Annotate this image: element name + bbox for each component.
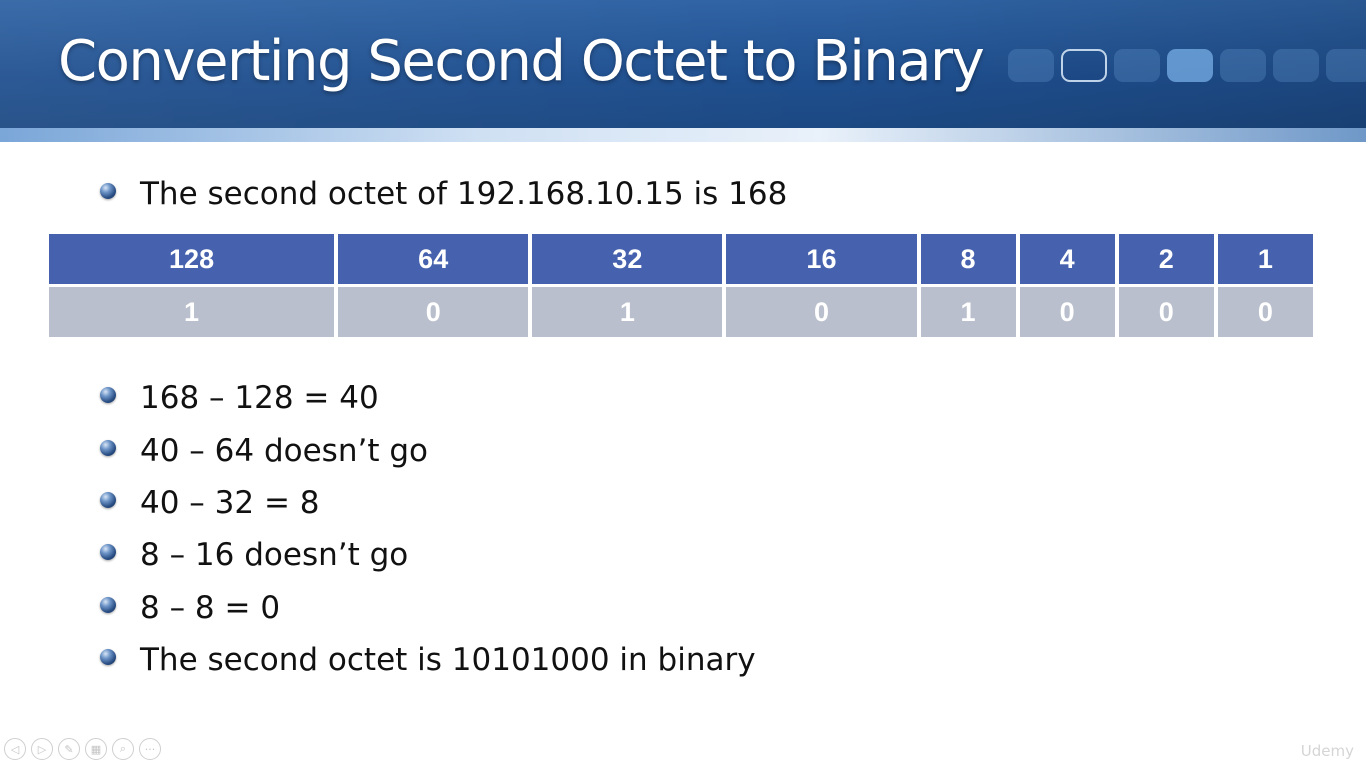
decorative-tile [1114, 49, 1160, 82]
bullet-icon [100, 649, 116, 665]
decorative-tile-highlighted [1167, 49, 1213, 82]
place-value-row: 128 64 32 16 8 4 2 1 [49, 234, 1313, 284]
title-bar: Converting Second Octet to Binary [0, 0, 1366, 142]
next-slide-icon[interactable]: ▷ [31, 738, 53, 760]
bit-cell: 1 [49, 287, 335, 337]
step-text: 40 – 64 doesn’t go [140, 433, 428, 469]
slide-title: Converting Second Octet to Binary [58, 29, 985, 94]
decorative-tile [1008, 49, 1054, 82]
bit-cell: 0 [726, 287, 917, 337]
slides-grid-icon[interactable]: ▦ [85, 738, 107, 760]
place-value-cell: 16 [726, 234, 917, 284]
bullet-icon [100, 440, 116, 456]
bit-cell: 0 [1217, 287, 1313, 337]
step-bullet: 8 – 8 = 0 [100, 586, 280, 630]
bullet-icon [100, 183, 116, 199]
bullet-icon [100, 387, 116, 403]
step-bullet: 8 – 16 doesn’t go [100, 533, 408, 577]
more-options-icon[interactable]: ··· [139, 738, 161, 760]
bit-cell: 0 [1019, 287, 1115, 337]
bullet-icon [100, 597, 116, 613]
step-text: 8 – 16 doesn’t go [140, 537, 409, 573]
bullet-icon [100, 492, 116, 508]
intro-bullet: The second octet of 192.168.10.15 is 168 [100, 172, 787, 216]
binary-conversion-table: 128 64 32 16 8 4 2 1 1 0 1 0 1 0 0 0 [45, 231, 1317, 340]
slide: Converting Second Octet to Binary The se… [0, 0, 1366, 768]
title-bar-accent-strip [0, 128, 1366, 142]
step-bullet: 168 – 128 = 40 [100, 376, 379, 420]
bullet-icon [100, 544, 116, 560]
step-text: The second octet is 10101000 in binary [140, 642, 756, 678]
bit-cell: 0 [338, 287, 529, 337]
place-value-cell: 4 [1019, 234, 1115, 284]
step-text: 40 – 32 = 8 [140, 485, 320, 521]
presentation-controls: ◁ ▷ ✎ ▦ ⌕ ··· [4, 738, 161, 760]
place-value-cell: 32 [532, 234, 723, 284]
step-text: 168 – 128 = 40 [140, 380, 379, 416]
decorative-tile [1273, 49, 1319, 82]
place-value-cell: 1 [1217, 234, 1313, 284]
place-value-cell: 2 [1118, 234, 1214, 284]
intro-bullet-text: The second octet of 192.168.10.15 is 168 [140, 176, 788, 212]
place-value-cell: 128 [49, 234, 335, 284]
bit-cell: 1 [920, 287, 1016, 337]
decorative-tile [1326, 49, 1366, 82]
step-bullet: 40 – 64 doesn’t go [100, 429, 428, 473]
step-text: 8 – 8 = 0 [140, 590, 281, 626]
udemy-watermark: Udemy [1300, 742, 1354, 760]
bit-value-row: 1 0 1 0 1 0 0 0 [49, 287, 1313, 337]
decorative-tile [1220, 49, 1266, 82]
bit-cell: 1 [532, 287, 723, 337]
step-bullet: 40 – 32 = 8 [100, 481, 320, 525]
decorative-tile-outlined [1061, 49, 1107, 82]
place-value-cell: 8 [920, 234, 1016, 284]
step-bullet: The second octet is 10101000 in binary [100, 638, 756, 682]
zoom-icon[interactable]: ⌕ [112, 738, 134, 760]
previous-slide-icon[interactable]: ◁ [4, 738, 26, 760]
pen-icon[interactable]: ✎ [58, 738, 80, 760]
place-value-cell: 64 [338, 234, 529, 284]
bit-cell: 0 [1118, 287, 1214, 337]
